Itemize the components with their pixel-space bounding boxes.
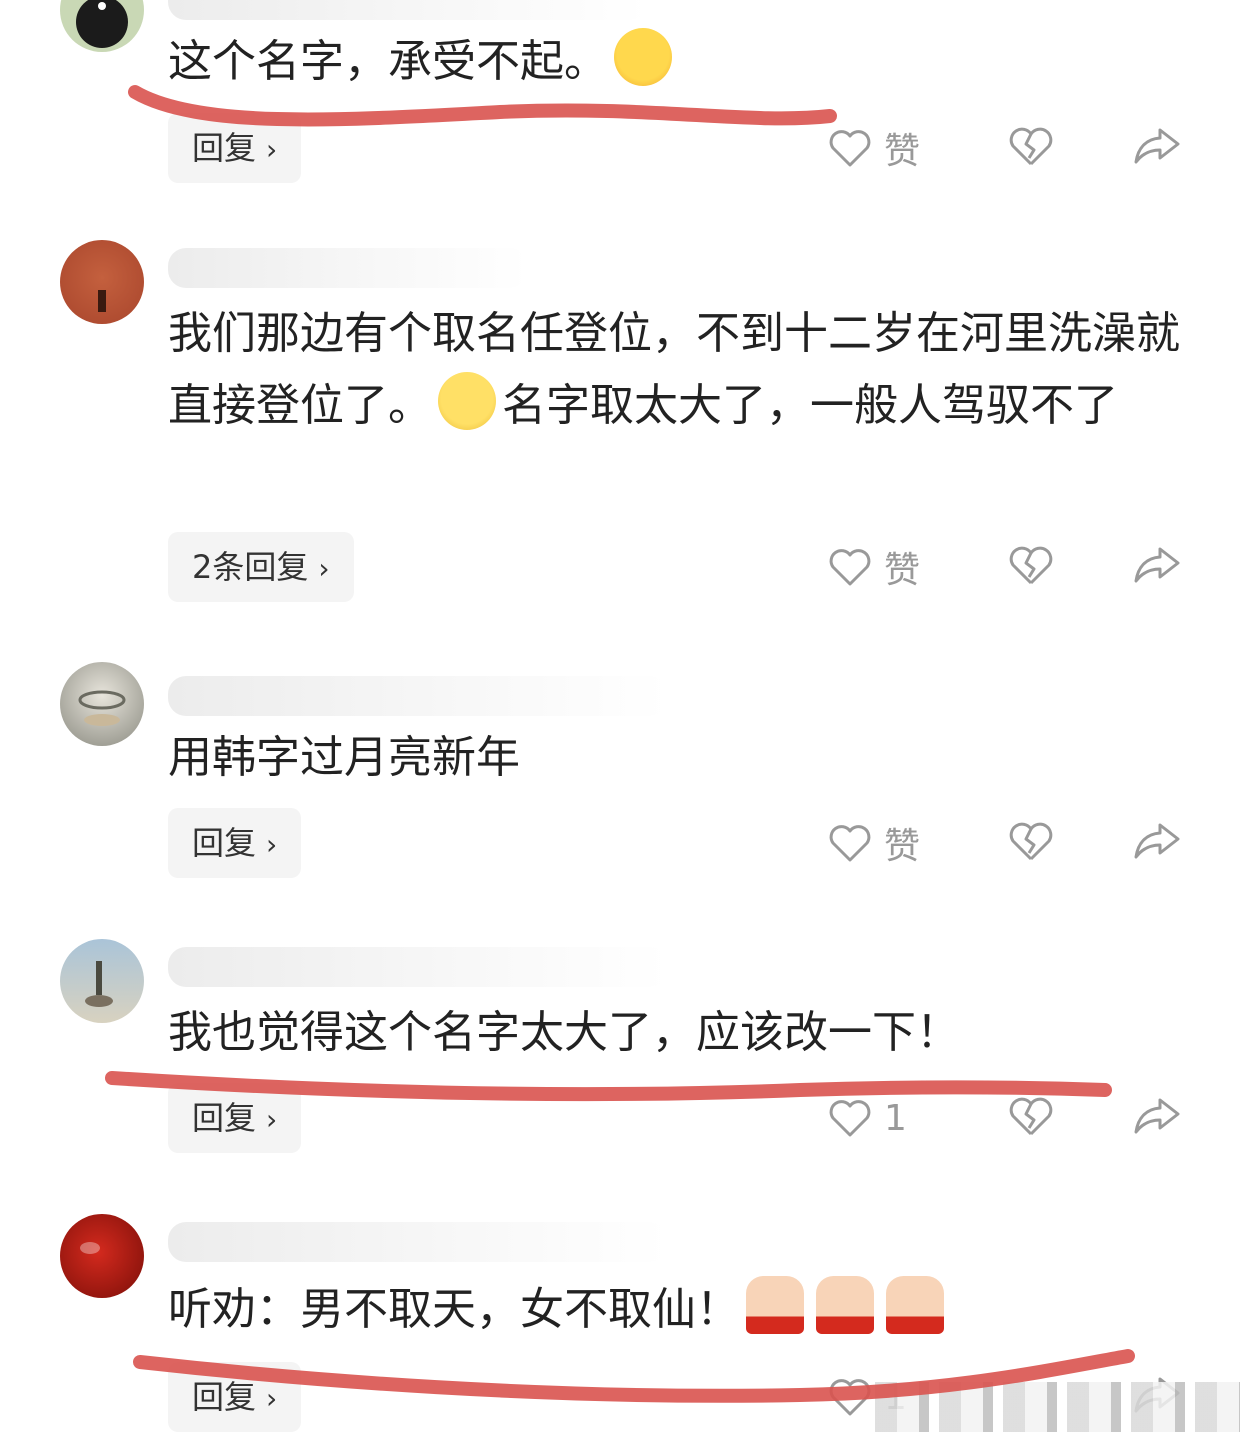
folded-hands-emoji <box>886 1276 944 1334</box>
chevron-right-icon: › <box>318 552 330 585</box>
like-button[interactable]: 赞 <box>828 813 920 873</box>
folded-hands-emoji <box>816 1276 874 1334</box>
watermark-blur <box>875 1382 1240 1432</box>
like-button[interactable]: 1 <box>828 1088 907 1148</box>
share-icon[interactable] <box>1132 126 1182 166</box>
broken-heart-icon[interactable] <box>1008 126 1054 168</box>
broken-heart-icon[interactable] <box>1008 545 1054 587</box>
broken-heart-icon[interactable] <box>1008 1096 1054 1138</box>
comment-meta-blurred <box>168 947 668 987</box>
comment-text: 我也觉得这个名字太大了，应该改一下！ <box>168 1007 960 1058</box>
heart-outline-icon <box>829 549 871 586</box>
heart-outline-icon <box>829 130 871 167</box>
reply-button[interactable]: 回复 › <box>168 1362 302 1432</box>
comment-2: 我们那边有个取名任登位，不到十二岁在河里洗澡就直接登位了。 名字取太大了，一般人驾… <box>0 230 1240 610</box>
comment-4: 我也觉得这个名字太大了，应该改一下！ 回复 › 1 <box>0 925 1240 1175</box>
avatar[interactable] <box>60 1214 144 1298</box>
heart-outline-icon <box>829 825 871 862</box>
avatar[interactable] <box>60 939 144 1023</box>
reply-button[interactable]: 回复 › <box>168 808 302 878</box>
reply-button[interactable]: 回复 › <box>168 113 302 183</box>
broken-heart-icon[interactable] <box>1008 821 1054 863</box>
comment-text: 我们那边有个取名任登位，不到十二岁在河里洗澡就直接登位了。 名字取太大了，一般人驾… <box>168 308 1180 431</box>
comment-1: 这个名字，承受不起。 回复 › 赞 <box>0 0 1240 200</box>
comment-text: 这个名字，承受不起。 <box>168 26 1198 98</box>
chevron-right-icon: › <box>266 1103 278 1136</box>
avatar[interactable] <box>60 240 144 324</box>
heart-outline-icon <box>829 1100 871 1137</box>
chevron-right-icon: › <box>266 133 278 166</box>
comment-text: 听劝：男不取天，女不取仙！ <box>168 1274 1198 1346</box>
replies-button[interactable]: 2条回复 › <box>168 532 354 602</box>
crying-emoji <box>438 372 496 430</box>
laughing-tears-emoji <box>614 28 672 86</box>
heart-outline-icon <box>829 1379 871 1416</box>
chevron-right-icon: › <box>266 828 278 861</box>
comment-meta-blurred <box>168 1222 668 1262</box>
comment-meta-blurred <box>168 0 648 20</box>
chevron-right-icon: › <box>266 1382 278 1415</box>
share-icon[interactable] <box>1132 545 1182 585</box>
like-button[interactable]: 赞 <box>828 118 920 178</box>
like-button[interactable]: 赞 <box>828 537 920 597</box>
comment-text: 用韩字过月亮新年 <box>168 732 520 783</box>
comment-3: 用韩字过月亮新年 回复 › 赞 <box>0 650 1240 900</box>
comment-meta-blurred <box>168 248 528 288</box>
reply-button[interactable]: 回复 › <box>168 1083 302 1153</box>
avatar[interactable] <box>60 0 144 52</box>
folded-hands-emoji <box>746 1276 804 1334</box>
comment-meta-blurred <box>168 676 668 716</box>
share-icon[interactable] <box>1132 821 1182 861</box>
share-icon[interactable] <box>1132 1096 1182 1136</box>
avatar[interactable] <box>60 662 144 746</box>
